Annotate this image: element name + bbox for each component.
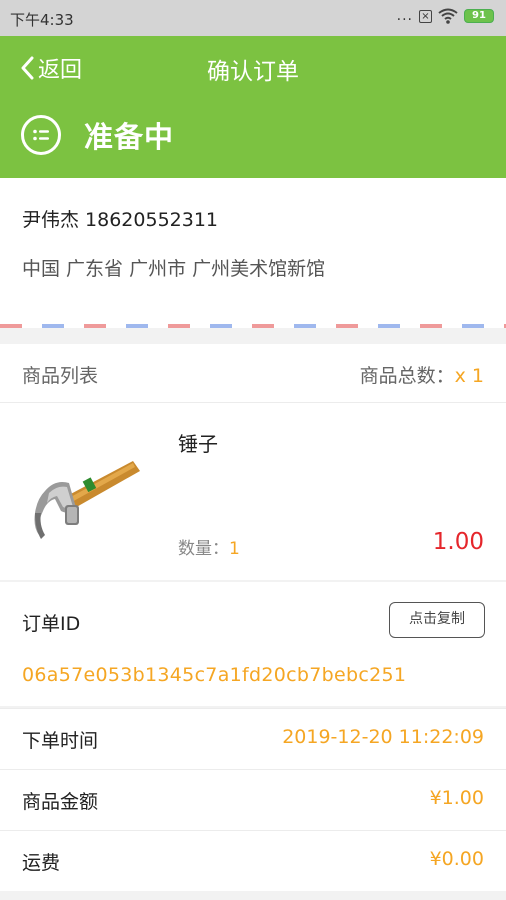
order-id-value: 06a57e053b1345c7a1fd20cb7bebc251 bbox=[22, 664, 407, 686]
status-time: 下午4:33 bbox=[10, 11, 74, 29]
goods-total-label: 商品总数： bbox=[359, 365, 455, 387]
product-quantity: 数量：1 bbox=[178, 534, 240, 559]
shipping-label: 运费 bbox=[22, 852, 61, 874]
order-time-row: 下单时间 2019-12-20 11:22:09 bbox=[0, 708, 506, 769]
goods-total-value: x 1 bbox=[454, 365, 484, 387]
sim-icon: × bbox=[419, 9, 432, 23]
goods-amount-value: ¥1.00 bbox=[429, 787, 484, 809]
goods-section: 商品列表 商品总数：x 1 锤子 数量：1 1.00 bbox=[0, 344, 506, 580]
goods-total: 商品总数：x 1 bbox=[360, 361, 484, 388]
wifi-icon bbox=[438, 8, 458, 24]
status-label: 准备中 bbox=[84, 120, 175, 154]
order-time-value: 2019-12-20 11:22:09 bbox=[282, 726, 484, 748]
status-icons: ... × 91 bbox=[397, 8, 494, 24]
recipient-name-phone: 尹伟杰 18620552311 bbox=[22, 209, 219, 231]
shipping-value: ¥0.00 bbox=[429, 848, 484, 870]
order-status: 准备中 bbox=[21, 114, 174, 156]
page-title: 确认订单 bbox=[207, 59, 299, 85]
goods-amount-label: 商品金额 bbox=[22, 791, 99, 813]
order-time-label: 下单时间 bbox=[22, 730, 99, 752]
hammer-product-image[interactable] bbox=[25, 449, 150, 554]
product-name: 锤子 bbox=[178, 432, 218, 456]
list-icon bbox=[21, 115, 61, 155]
battery-icon: 91 bbox=[464, 9, 494, 23]
goods-list-label: 商品列表 bbox=[22, 365, 99, 387]
order-id-label: 订单ID bbox=[22, 613, 81, 635]
goods-header: 商品列表 商品总数：x 1 bbox=[0, 344, 506, 403]
quantity-value: 1 bbox=[229, 539, 240, 559]
status-bar: 下午4:33 ... × 91 bbox=[0, 0, 506, 36]
order-id-block: 订单ID 点击复制 06a57e053b1345c7a1fd20cb7bebc2… bbox=[0, 582, 506, 706]
header: 返回 确认订单 准备中 bbox=[0, 36, 506, 178]
more-notifications-icon: ... bbox=[396, 8, 413, 24]
address-card[interactable]: 尹伟杰 18620552311 中国 广东省 广州市 广州美术馆新馆 bbox=[0, 178, 506, 328]
copy-button[interactable]: 点击复制 bbox=[389, 602, 485, 638]
envelope-stripe bbox=[0, 324, 506, 328]
product-price: 1.00 bbox=[432, 529, 484, 555]
recipient-address: 中国 广东省 广州市 广州美术馆新馆 bbox=[22, 258, 326, 280]
quantity-label: 数量： bbox=[178, 539, 229, 559]
goods-amount-row: 商品金额 ¥1.00 bbox=[0, 769, 506, 830]
shipping-row: 运费 ¥0.00 bbox=[0, 830, 506, 891]
